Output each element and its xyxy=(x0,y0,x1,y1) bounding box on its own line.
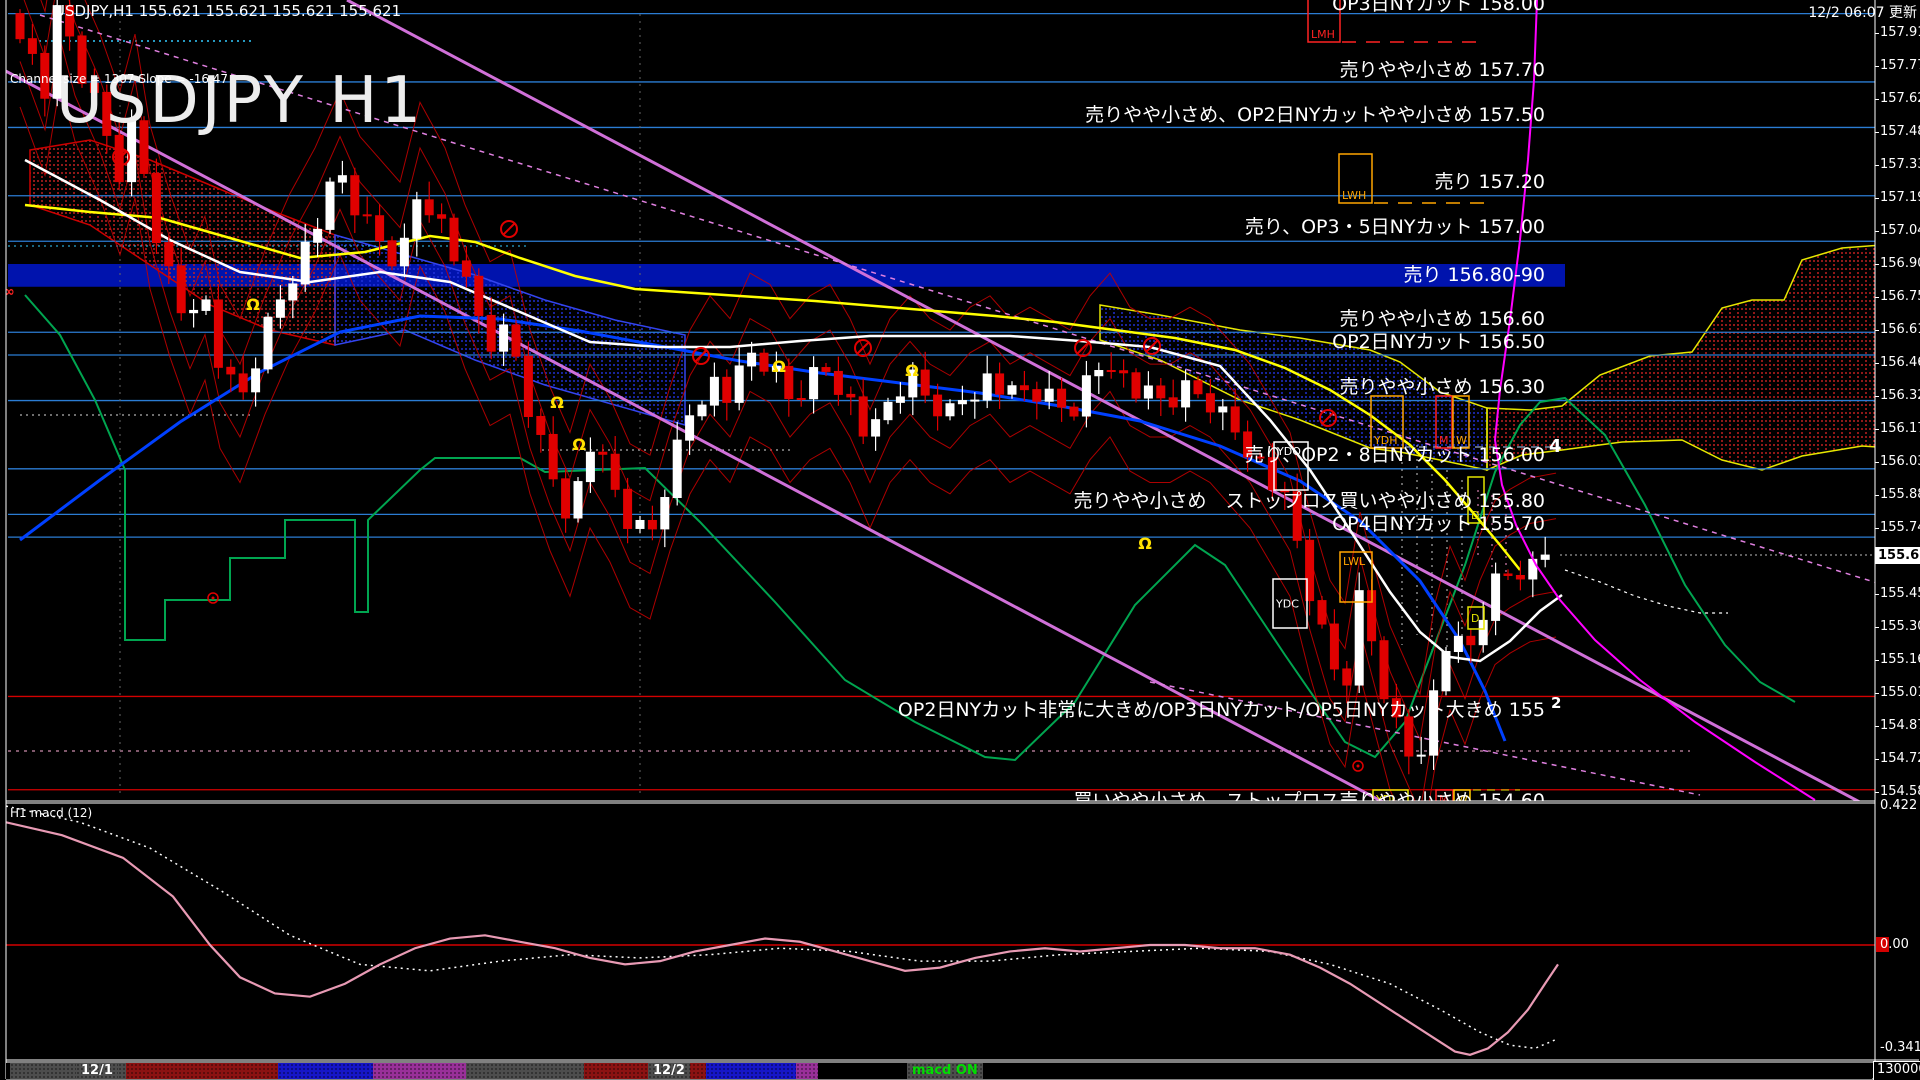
price-tick: 155.305 xyxy=(1880,619,1920,634)
svg-text:LMH: LMH xyxy=(1311,28,1335,41)
buy-signal-icon: Ω xyxy=(1138,534,1152,553)
price-tick: 155.740 xyxy=(1880,520,1920,535)
price-tick: 157.770 xyxy=(1880,58,1920,73)
chart-window: ΩΩΩΩΩΩLMHLWHYDHMWYDOLWLYDCDDYDLMW42∞ USD… xyxy=(0,0,1920,1080)
projection-zigzag xyxy=(1565,570,1728,613)
channel-info-label: Channel size = 1307 Slope = -16.47 xyxy=(10,72,228,86)
price-tick: 157.045 xyxy=(1880,223,1920,238)
price-tick: 155.160 xyxy=(1880,652,1920,667)
price-tick: 156.610 xyxy=(1880,322,1920,337)
price-tick: 154.725 xyxy=(1880,751,1920,766)
price-tick: 154.870 xyxy=(1880,718,1920,733)
dashed-trendline xyxy=(1150,682,1700,795)
date-chip: 12/2 xyxy=(648,1063,690,1079)
level-box-w: W xyxy=(1454,790,1470,810)
level-box-ydc: YDC xyxy=(1273,579,1307,628)
macd-tick: 0.00 xyxy=(1880,937,1909,952)
macd-indicator-label: H1 macd (12) xyxy=(10,806,92,820)
price-tick: 156.900 xyxy=(1880,256,1920,271)
macd-layer xyxy=(6,806,1875,1055)
price-tick: 157.480 xyxy=(1880,124,1920,139)
macd-toggle-button[interactable]: macd ON xyxy=(907,1063,983,1079)
price-tick: 157.335 xyxy=(1880,157,1920,172)
price-tick: 156.755 xyxy=(1880,289,1920,304)
price-tick: 157.625 xyxy=(1880,91,1920,106)
svg-text:M: M xyxy=(1439,434,1449,447)
svg-text:LWH: LWH xyxy=(1342,189,1366,202)
volume-scale-label: 130000 xyxy=(1873,1061,1920,1080)
price-tick: 157.190 xyxy=(1880,190,1920,205)
svg-text:YDH: YDH xyxy=(1373,434,1397,447)
svg-text:YDC: YDC xyxy=(1275,598,1299,611)
price-tick: 155.885 xyxy=(1880,487,1920,502)
price-tick: 156.465 xyxy=(1880,355,1920,370)
chart-canvas[interactable]: ΩΩΩΩΩΩLMHLWHYDHMWYDOLWLYDCDDYDLMW42∞ xyxy=(0,0,1920,1080)
exit-signal-icon xyxy=(1353,761,1363,771)
price-axis[interactable]: 157.915 157.770 157.625 157.480 157.335 157.1… xyxy=(1876,0,1920,1080)
svg-text:D: D xyxy=(1471,509,1479,522)
chart-digit-label: 2 xyxy=(1551,694,1561,712)
exit-signal-icon xyxy=(208,593,218,603)
price-tick: 155.450 xyxy=(1880,586,1920,601)
svg-text:M: M xyxy=(1439,793,1449,806)
buy-signal-icon: Ω xyxy=(550,393,564,412)
level-box-m: M xyxy=(1436,790,1453,810)
session-segment xyxy=(278,1063,373,1079)
buy-signal-icon: Ω xyxy=(572,435,586,454)
session-segment xyxy=(466,1063,584,1079)
date-chip: 12/1 xyxy=(76,1063,118,1079)
buy-signal-icon: Ω xyxy=(772,357,786,376)
svg-text:YDO: YDO xyxy=(1276,445,1301,458)
price-tick: 156.175 xyxy=(1880,421,1920,436)
buy-signal-icon: Ω xyxy=(905,361,919,380)
session-timeline-bar: 12/1 12/2 macd ON xyxy=(6,1063,1872,1079)
macd-main-line xyxy=(6,822,1558,1055)
svg-text:D: D xyxy=(1471,612,1479,625)
session-segment xyxy=(796,1063,818,1079)
macd-tick: 0.422 xyxy=(1880,798,1917,813)
channel-line xyxy=(0,68,1398,810)
sell-signal-icon xyxy=(501,221,517,237)
level-box-lmh: LMH xyxy=(1308,0,1340,42)
current-price-tag: 155.621 xyxy=(1875,547,1920,564)
price-tick: 155.015 xyxy=(1880,685,1920,700)
symbol-ohlc-line: USDJPY,H1 155.621 155.621 155.621 155.62… xyxy=(54,2,401,20)
session-segment xyxy=(373,1063,466,1079)
price-tick: 154.580 xyxy=(1880,784,1920,799)
svg-text:YDL: YDL xyxy=(1375,793,1398,806)
svg-text:LWL: LWL xyxy=(1343,555,1366,568)
svg-text:W: W xyxy=(1456,434,1467,447)
chart-digit-label: 4 xyxy=(1549,436,1562,457)
macd-tick: -0.341 xyxy=(1880,1040,1920,1055)
session-segment xyxy=(126,1063,278,1079)
macd-signal-line xyxy=(6,806,1558,1048)
price-tick: 156.030 xyxy=(1880,454,1920,469)
chart-digit-label: ∞ xyxy=(3,284,15,300)
buy-signal-icon: Ω xyxy=(246,295,260,314)
price-tick: 157.915 xyxy=(1880,25,1920,40)
svg-text:W: W xyxy=(1457,793,1468,806)
price-tick: 156.320 xyxy=(1880,388,1920,403)
level-box-ydl: YDL xyxy=(1373,790,1408,810)
session-segment xyxy=(706,1063,796,1079)
sell-signal-icon xyxy=(855,340,871,356)
